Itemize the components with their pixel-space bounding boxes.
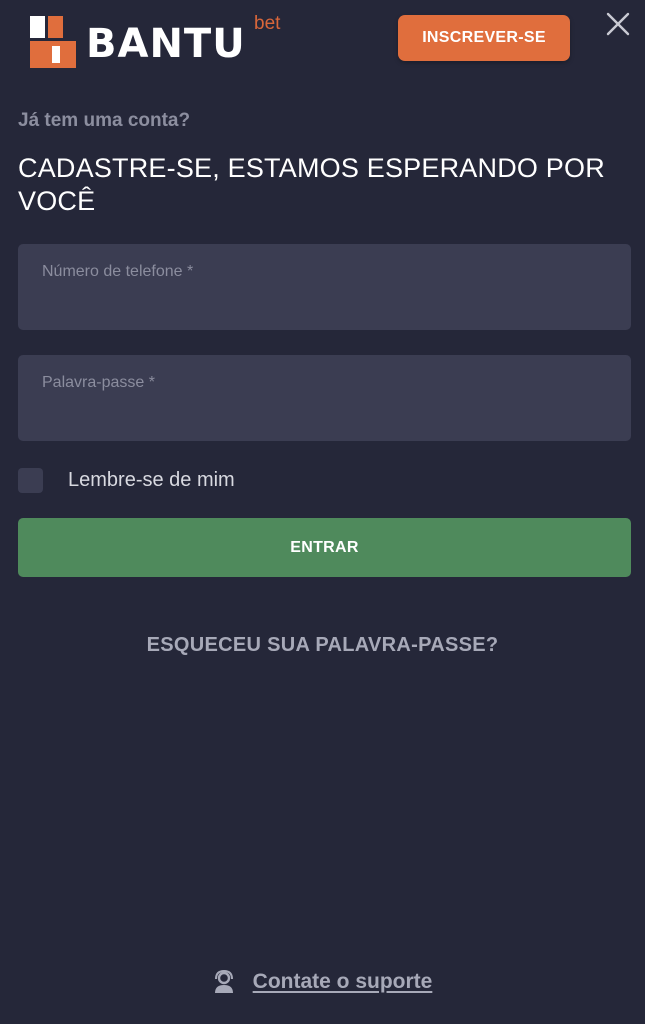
remember-me-label: Lembre-se de mim [68,468,235,491]
forgot-password-link[interactable]: ESQUECEU SUA PALAVRA-PASSE? [0,634,645,657]
remember-me-checkbox[interactable] [18,467,43,493]
login-page: BANTU bet INSCREVER-SE Já tem uma conta?… [0,0,645,1024]
contact-support[interactable]: Contate o suporte [0,966,645,998]
support-link[interactable]: Contate o suporte [253,970,433,994]
support-agent-icon [214,970,233,993]
close-icon [606,12,630,36]
login-button[interactable]: ENTRAR [18,518,631,577]
logo-suffix: bet [254,13,281,34]
bantu-logo-icon [30,16,76,68]
remember-me[interactable]: Lembre-se de mim [18,466,235,494]
phone-field-label: Número de telefone * [42,263,194,280]
phone-field[interactable]: Número de telefone * [18,244,631,330]
password-field-label: Palavra-passe * [42,374,155,391]
phone-input[interactable] [42,288,607,316]
close-button[interactable] [602,8,634,40]
brand-logo[interactable]: BANTU bet [30,14,290,74]
logo-wordmark: BANTU [86,21,246,67]
login-subtitle: Já tem uma conta? [18,110,191,131]
password-input[interactable] [42,399,607,427]
page-title: CADASTRE-SE, ESTAMOS ESPERANDO POR VOCÊ [18,153,605,216]
signup-button[interactable]: INSCREVER-SE [398,15,570,61]
password-field[interactable]: Palavra-passe * [18,355,631,441]
